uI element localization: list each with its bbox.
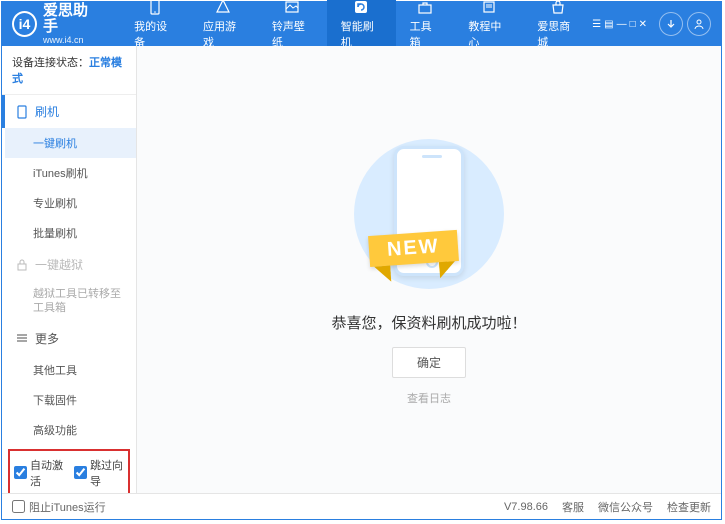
minimize-icon[interactable]: — <box>617 19 627 30</box>
maximize-icon[interactable]: □ <box>630 19 636 30</box>
more-icon <box>15 331 29 345</box>
user-button[interactable] <box>687 12 711 36</box>
wechat-link[interactable]: 微信公众号 <box>598 499 653 515</box>
phone-icon <box>146 0 164 16</box>
flash-icon <box>352 0 370 16</box>
confirm-button[interactable]: 确定 <box>392 347 466 378</box>
main-content: NEW 恭喜您，保资料刷机成功啦！ 确定 查看日志 <box>137 46 721 493</box>
logo: i4 爱思助手 www.i4.cn <box>12 3 100 46</box>
version-label: V7.98.66 <box>504 501 548 513</box>
service-link[interactable]: 客服 <box>562 499 584 515</box>
window-controls-small: ☰ ▤ — □ ✕ <box>592 19 647 30</box>
sidebar-item-firmware[interactable]: 下载固件 <box>5 385 136 415</box>
phone-small-icon <box>15 105 29 119</box>
sidebar-item-itunes[interactable]: iTunes刷机 <box>5 158 136 188</box>
sidebar-head-more[interactable]: 更多 <box>5 322 136 355</box>
checkbox-skip-guide[interactable]: 跳过向导 <box>74 457 124 489</box>
sidebar-item-advanced[interactable]: 高级功能 <box>5 415 136 445</box>
sidebar: 设备连接状态：正常模式 刷机 一键刷机 iTunes刷机 专业刷机 批量刷机 一… <box>2 46 137 493</box>
jailbreak-note: 越狱工具已转移至工具箱 <box>5 281 136 322</box>
store-icon <box>549 0 567 16</box>
wallpaper-icon <box>283 0 301 16</box>
lock-icon[interactable]: ▤ <box>604 19 613 30</box>
app-logo-icon: i4 <box>12 11 37 37</box>
sidebar-item-batch[interactable]: 批量刷机 <box>5 218 136 248</box>
sidebar-item-pro[interactable]: 专业刷机 <box>5 188 136 218</box>
download-button[interactable] <box>659 12 683 36</box>
apps-icon <box>214 0 232 16</box>
sidebar-item-other[interactable]: 其他工具 <box>5 355 136 385</box>
success-illustration: NEW <box>339 134 519 294</box>
checkbox-block-itunes[interactable]: 阻止iTunes运行 <box>12 499 106 515</box>
titlebar: i4 爱思助手 www.i4.cn 我的设备 应用游戏 铃声壁纸 智能刷机 工具… <box>2 2 721 46</box>
view-log-link[interactable]: 查看日志 <box>407 390 451 406</box>
new-ribbon: NEW <box>368 229 459 266</box>
sidebar-item-oneclick[interactable]: 一键刷机 <box>5 128 136 158</box>
success-message: 恭喜您，保资料刷机成功啦！ <box>331 312 526 333</box>
update-link[interactable]: 检查更新 <box>667 499 711 515</box>
lock-small-icon <box>15 258 29 272</box>
book-icon <box>480 0 498 16</box>
footer: 阻止iTunes运行 V7.98.66 客服 微信公众号 检查更新 <box>2 493 721 519</box>
app-title: 爱思助手 <box>43 3 100 36</box>
checkbox-auto-activate[interactable]: 自动激活 <box>14 457 64 489</box>
app-url: www.i4.cn <box>43 36 100 46</box>
sidebar-head-flash[interactable]: 刷机 <box>2 95 136 128</box>
close-icon[interactable]: ✕ <box>639 19 647 30</box>
options-highlighted: 自动激活 跳过向导 <box>8 449 130 493</box>
toolbox-icon <box>416 0 434 16</box>
sidebar-head-jailbreak: 一键越狱 <box>5 248 136 281</box>
menu-icon[interactable]: ☰ <box>592 19 601 30</box>
device-status: 设备连接状态：正常模式 <box>2 46 136 95</box>
